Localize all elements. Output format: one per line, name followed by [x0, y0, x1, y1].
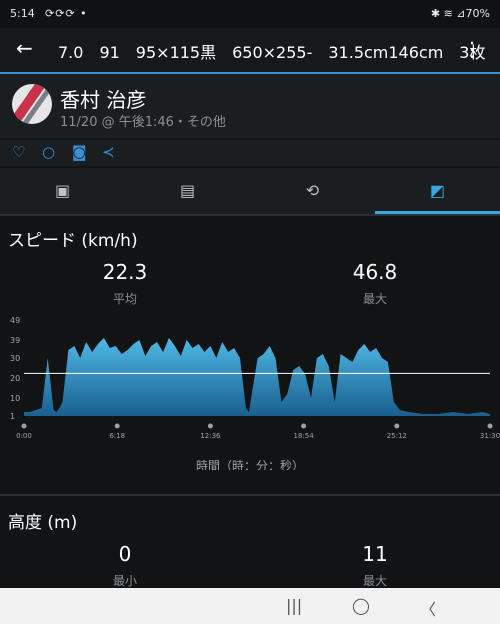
speed-section-title: スピード (km/h)	[8, 231, 138, 251]
share-icon[interactable]: ≺	[102, 143, 115, 161]
x-tick-label: 18:54	[294, 432, 315, 440]
x-tick-dot	[207, 423, 213, 429]
speed-area	[24, 338, 490, 416]
y-tick-label: 30	[10, 354, 20, 363]
divider	[0, 494, 500, 496]
status-battery: ✱ ≋ ⊿70%	[430, 7, 490, 20]
tab-photos[interactable]: ▣	[0, 168, 125, 214]
tab-charts[interactable]: ◩	[375, 168, 500, 214]
x-tick-label: 31:30	[480, 432, 500, 440]
x-tick-dot	[114, 423, 120, 429]
elevation-min-value: 0	[118, 542, 132, 566]
x-tick-dot	[394, 423, 400, 429]
elevation-max-value: 11	[362, 542, 388, 566]
tab-details[interactable]: ▤	[125, 168, 250, 214]
y-tick-label: 10	[10, 394, 20, 403]
avatar[interactable]	[12, 84, 52, 124]
elevation-min-label: 最小	[112, 574, 137, 588]
action-bar: ♡ ○ ◙ ≺	[0, 140, 500, 166]
speed-avg-value: 22.3	[102, 260, 148, 284]
y-tick-label: 1	[10, 412, 15, 421]
more-options-icon[interactable]: ⋮	[462, 37, 482, 61]
user-name[interactable]: 香村 治彦	[60, 84, 146, 113]
speed-max-label: 最大	[362, 292, 387, 306]
activity-title: 7.0 91 95×115黒 650×255- 31.5cm146cm 3枚	[58, 43, 486, 62]
x-tick-dot	[21, 423, 27, 429]
divider	[0, 214, 500, 216]
y-tick-label: 20	[10, 374, 20, 383]
x-tick-dot	[487, 423, 493, 429]
back-nav-icon[interactable]: 〈	[420, 596, 436, 620]
x-tick-label: 25:12	[387, 432, 407, 440]
elevation-section-title: 高度 (m)	[8, 513, 78, 533]
status-icons: ⟳⟳⟳ •	[45, 7, 88, 20]
system-nav-bar: ||| ◯ 〈	[0, 588, 500, 624]
home-icon[interactable]: ◯	[352, 596, 370, 615]
x-tick-label: 12:36	[200, 432, 221, 440]
y-tick-label: 39	[10, 336, 20, 345]
y-tick-label: 49	[10, 316, 20, 325]
x-tick-label: 6:18	[109, 432, 125, 440]
tab-bar: ▣ ▤ ⟲ ◩	[0, 168, 500, 214]
recent-apps-icon[interactable]: |||	[286, 596, 302, 615]
tab-laps[interactable]: ⟲	[250, 168, 375, 214]
back-arrow-icon[interactable]: ←	[16, 36, 33, 60]
app-bar: ← 7.0 91 95×115黒 650×255- 31.5cm146cm 3枚…	[0, 28, 500, 74]
comment-icon[interactable]: ○	[42, 143, 55, 161]
activity-header: 香村 治彦 11/20 @ 午後1:46・その他	[0, 74, 500, 138]
like-icon[interactable]: ♡	[12, 143, 25, 161]
elevation-max-label: 最大	[362, 574, 387, 588]
status-time: 5:14	[10, 7, 35, 20]
speed-chart[interactable]: 1 10 20 30 39 49 0:00 6:18 12:36 18:54 25:12 31:30…	[0, 310, 500, 470]
speed-avg-label: 平均	[112, 292, 137, 306]
x-tick-label: 0:00	[16, 432, 32, 440]
x-tick-dot	[301, 423, 307, 429]
status-bar: 5:14 ⟳⟳⟳ • ✱ ≋ ⊿70%	[0, 0, 500, 28]
add-photo-icon[interactable]: ◙	[72, 143, 87, 161]
x-axis-title: 時間（時：分：秒）	[196, 459, 304, 470]
speed-max-value: 46.8	[352, 260, 398, 284]
activity-meta: 11/20 @ 午後1:46・その他	[60, 115, 226, 130]
